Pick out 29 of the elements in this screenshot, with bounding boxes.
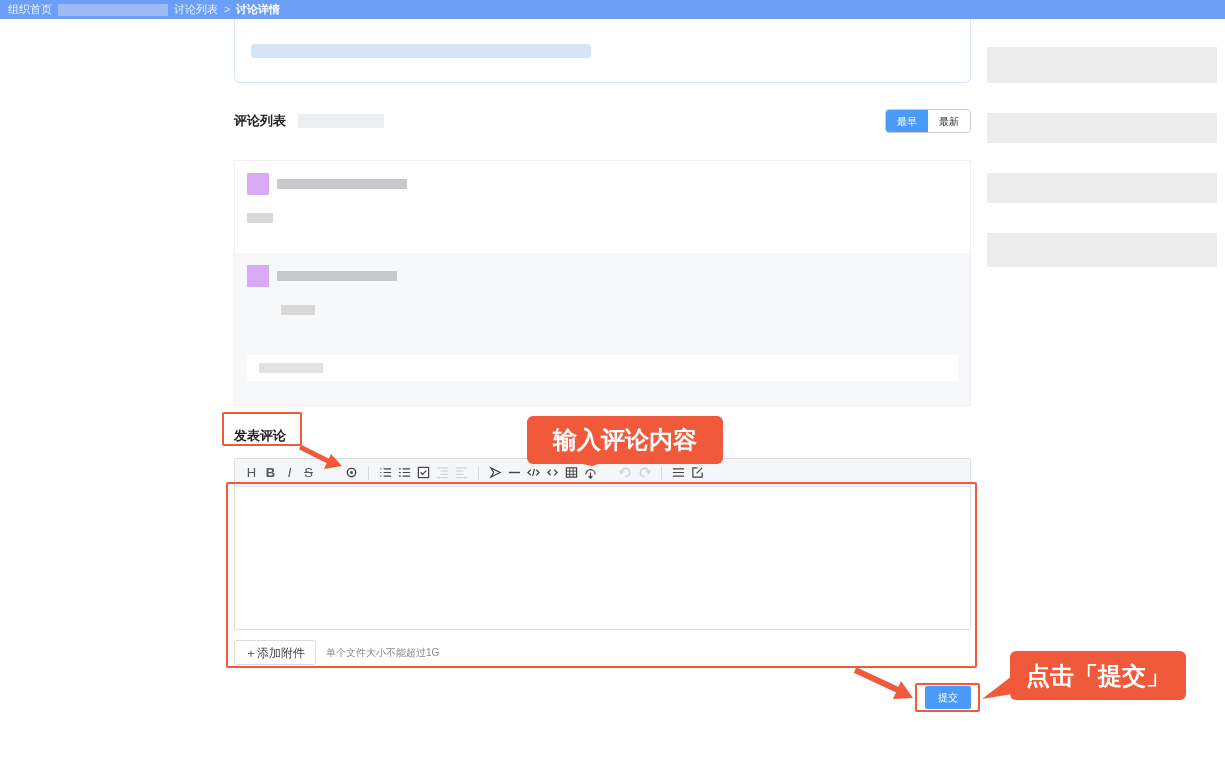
toolbar-button[interactable]: S [302,462,315,483]
align-icon[interactable] [672,466,685,479]
callout: 输入评论内容 [527,416,723,464]
reply-field[interactable] [247,355,958,381]
arrow [853,667,913,699]
avatar [247,265,269,287]
blurred-block [247,213,273,223]
attach-button[interactable]: ＋添加附件 [234,640,316,665]
section-title: 发表评论 [234,427,286,446]
toolbar-button[interactable]: B [264,462,277,483]
callout: 点击「提交」 [1010,651,1186,700]
blurred-block [281,305,315,315]
table-icon[interactable] [565,466,578,479]
avatar [247,173,269,195]
section-title: 评论列表 [234,112,286,131]
code-block-icon[interactable] [527,466,540,479]
blurred-block [259,363,323,373]
toolbar-button[interactable]: H [245,462,258,483]
upload-hint: 单个文件大小不能超过1G [326,646,440,660]
numbered-list-icon[interactable] [398,466,411,479]
toolbar-button[interactable]: I [283,462,296,483]
callout-pointer [982,676,1012,699]
highlight-frame [915,683,980,712]
triangle-icon[interactable] [489,466,502,479]
bullet-list-icon[interactable] [379,466,392,479]
checkbox-icon[interactable] [417,466,430,479]
arrow [298,444,342,469]
edit-icon[interactable] [691,466,704,479]
breadcrumb-separator: > [224,2,231,18]
